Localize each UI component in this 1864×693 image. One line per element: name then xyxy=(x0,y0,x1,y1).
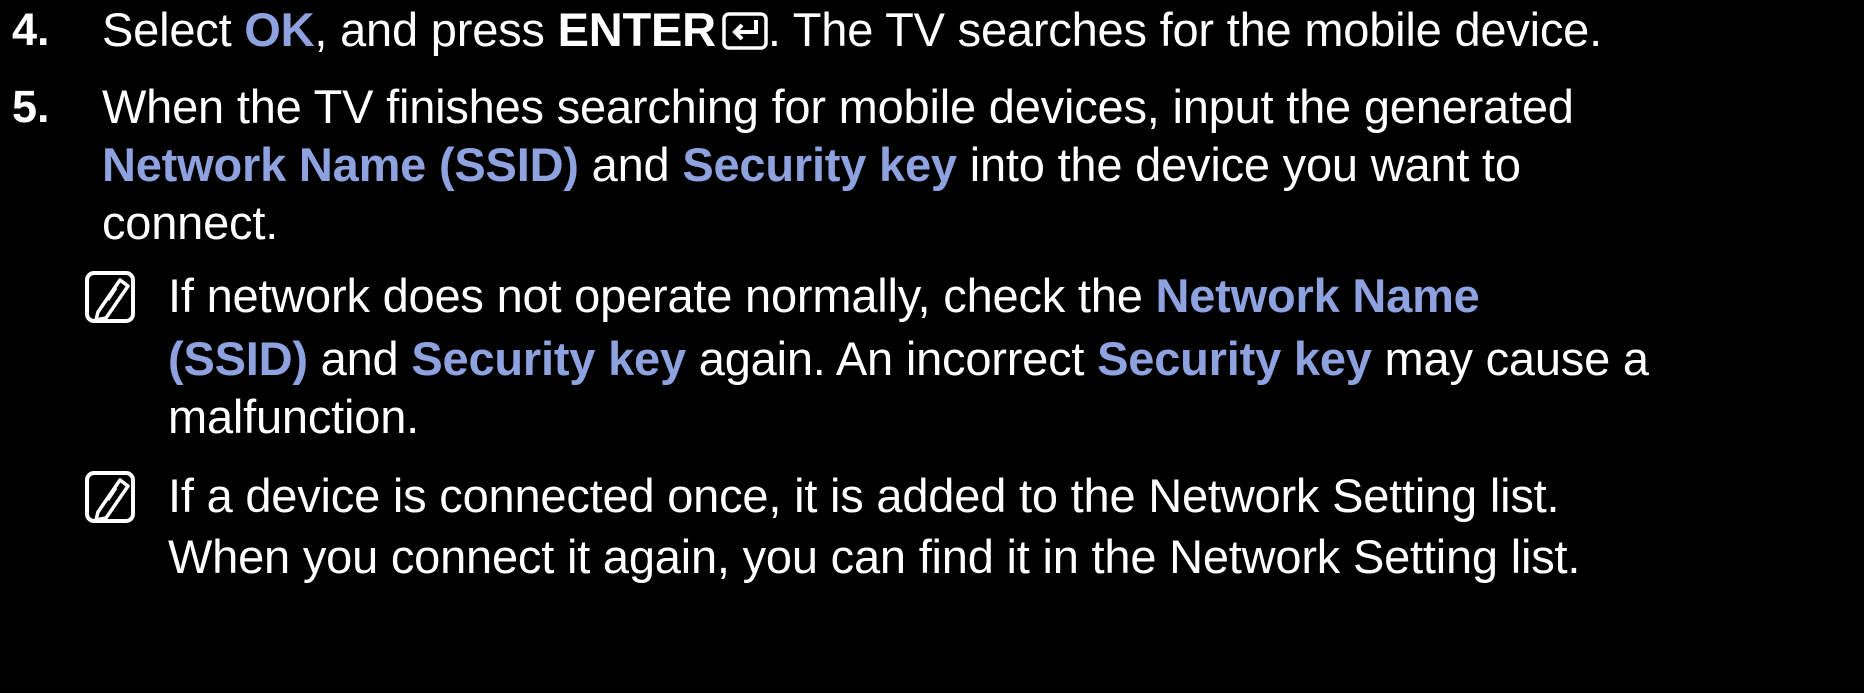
security-key-label: Security key xyxy=(411,332,686,385)
step-5-line-1: When the TV finishes searching for mobil… xyxy=(102,80,1574,133)
note-1-line-3: malfunction. xyxy=(168,390,420,443)
text-segment: into the device you want to xyxy=(956,138,1521,191)
note-2-line-1: If a device is connected once, it is add… xyxy=(168,469,1560,522)
step-number: 4. xyxy=(12,4,50,55)
text-segment: again. An incorrect xyxy=(685,332,1098,385)
text-segment: If network does not operate normally, ch… xyxy=(168,269,1156,322)
ok-label: OK xyxy=(244,3,315,56)
text-segment: may cause a xyxy=(1371,332,1649,385)
security-key-label: Security key xyxy=(682,138,957,191)
step-4-text: Select OK, and press ENTER . The TV searc… xyxy=(102,2,1602,58)
step-5-line-3: connect. xyxy=(102,196,279,249)
text-segment: Select xyxy=(102,3,245,56)
ssid-label: Network Name (SSID) xyxy=(102,138,579,191)
ssid-label: (SSID) xyxy=(168,332,308,385)
enter-key-icon xyxy=(722,12,768,50)
ssid-label: Network Name xyxy=(1155,269,1480,322)
step-number: 5. xyxy=(12,81,50,132)
text-segment: and xyxy=(578,138,683,191)
text-segment: , and press xyxy=(314,3,558,56)
security-key-label: Security key xyxy=(1097,332,1372,385)
note-2-line-2: When you connect it again, you can find … xyxy=(168,530,1581,583)
text-segment: . The TV searches for the mobile device. xyxy=(767,3,1602,56)
step-5-line-2: Network Name (SSID) and Security key int… xyxy=(102,137,1521,193)
text-segment: and xyxy=(307,332,412,385)
enter-label: ENTER xyxy=(557,3,716,56)
note-1-line-1: If network does not operate normally, ch… xyxy=(168,268,1480,324)
note-icon xyxy=(85,271,135,323)
note-1-line-2: (SSID) and Security key again. An incorr… xyxy=(168,331,1649,387)
manual-page: { "colors": { "background": "#000000", "… xyxy=(0,0,1864,693)
note-icon xyxy=(85,471,135,523)
